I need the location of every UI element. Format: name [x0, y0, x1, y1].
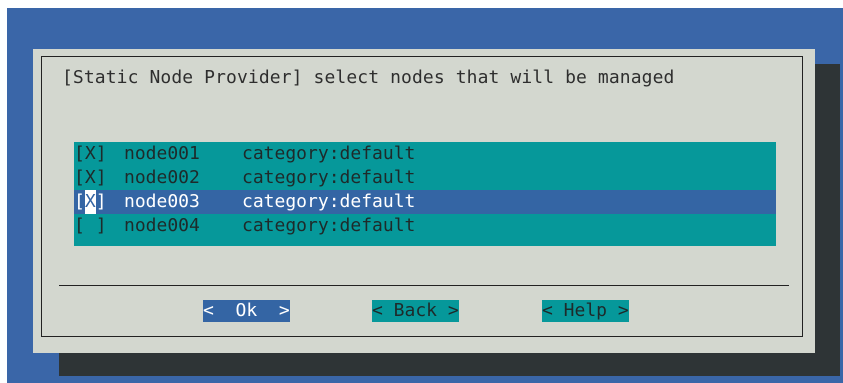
node-name: node004 [124, 215, 200, 236]
check-mark: X [84, 167, 96, 188]
node-row-node003[interactable]: [X] node003 category:default [74, 190, 776, 214]
ok-button[interactable]: < Ok > [203, 300, 290, 322]
check-mark: X [84, 143, 96, 164]
node-category: category:default [242, 143, 416, 164]
node-checkbox[interactable]: [X] [74, 142, 124, 166]
node-category: category:default [242, 191, 416, 212]
check-mark-cursor: X [84, 190, 96, 214]
node-name: node001 [124, 143, 200, 164]
dialog-title: [Static Node Provider] select nodes that… [62, 67, 675, 88]
node-category: category:default [242, 215, 416, 236]
node-name: node002 [124, 167, 200, 188]
node-name: node003 [124, 191, 200, 212]
node-checkbox[interactable]: [X] [74, 190, 124, 214]
node-checkbox[interactable]: [X] [74, 166, 124, 190]
node-row-node004[interactable]: [ ] node004 category:default [74, 214, 776, 238]
node-checkbox[interactable]: [ ] [74, 214, 124, 238]
terminal-background: [Static Node Provider] select nodes that… [7, 8, 843, 383]
back-button[interactable]: < Back > [372, 300, 459, 322]
node-category: category:default [242, 167, 416, 188]
node-row-node002[interactable]: [X] node002 category:default [74, 166, 776, 190]
node-checklist: [X] node001 category:default [X] node002 cat… [74, 142, 776, 246]
button-separator [59, 285, 789, 286]
node-select-dialog: [Static Node Provider] select nodes that… [33, 49, 815, 353]
help-button[interactable]: < Help > [542, 300, 629, 322]
check-mark [85, 215, 96, 236]
node-row-node001[interactable]: [X] node001 category:default [74, 142, 776, 166]
